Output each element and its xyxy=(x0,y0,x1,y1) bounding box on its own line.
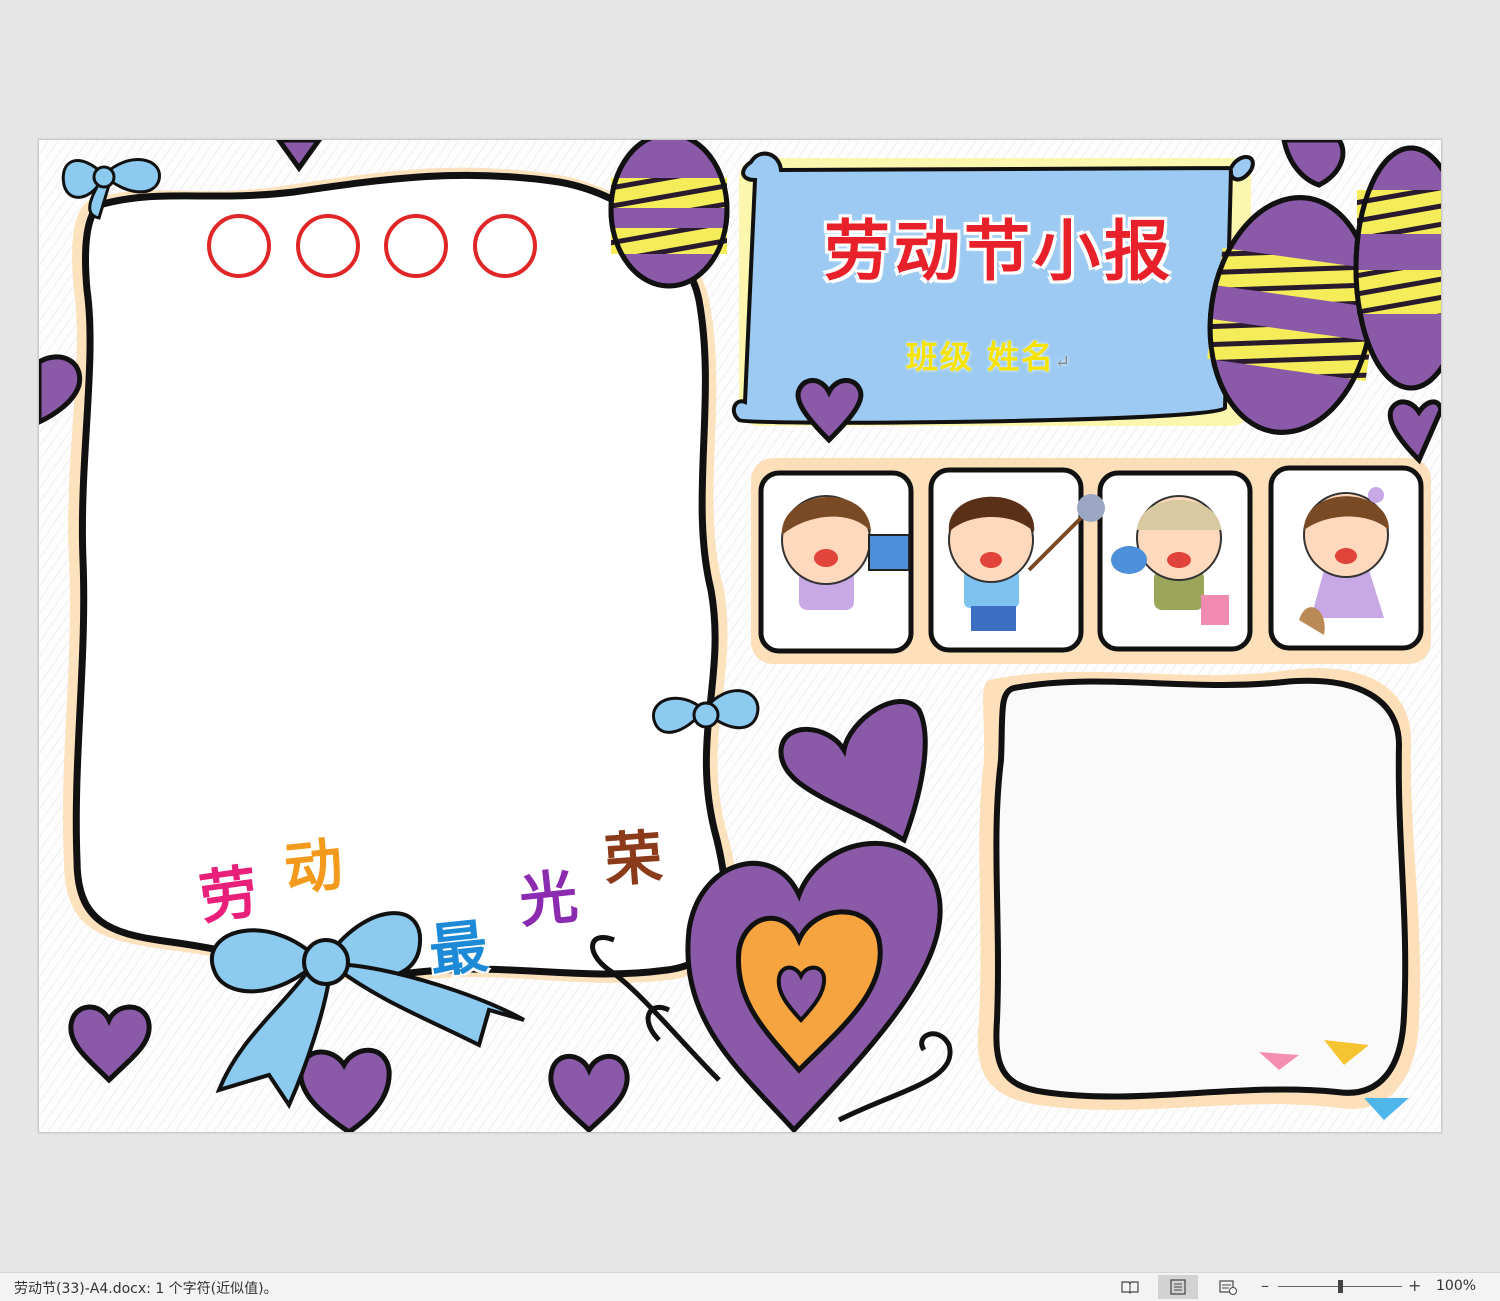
read-mode-button[interactable] xyxy=(1110,1275,1150,1299)
print-layout-icon xyxy=(1170,1279,1186,1295)
striped-ball-top xyxy=(608,140,730,289)
document-page[interactable]: 劳动节小报 班级 姓名↵ 劳 动 最 光 荣 xyxy=(38,139,1442,1133)
zoom-level[interactable]: 100% xyxy=(1436,1278,1476,1294)
web-layout-button[interactable] xyxy=(1208,1275,1248,1299)
kids-cards xyxy=(751,458,1431,664)
slogan-char-4: 光 xyxy=(516,862,581,936)
status-bar: 劳动节(33)-A4.docx: 1 个字符(近似值)。 – + 100% xyxy=(0,1272,1500,1301)
page-title[interactable]: 劳动节小报 xyxy=(759,198,1239,294)
zoom-out-button[interactable]: – xyxy=(1261,1276,1269,1295)
slogan-char-3: 最 xyxy=(426,912,491,986)
class-name-text: 班级 姓名 xyxy=(905,338,1056,376)
word-count-status[interactable]: 劳动节(33)-A4.docx: 1 个字符(近似值)。 xyxy=(14,1278,278,1298)
zoom-slider-thumb[interactable] xyxy=(1338,1280,1343,1293)
web-layout-icon xyxy=(1219,1280,1237,1295)
read-mode-icon xyxy=(1121,1281,1139,1294)
paragraph-mark: ↵ xyxy=(1055,352,1073,373)
slogan-char-1: 劳 xyxy=(195,857,263,933)
print-layout-button[interactable] xyxy=(1158,1275,1198,1299)
zoom-in-button[interactable]: + xyxy=(1408,1276,1421,1295)
class-name-line[interactable]: 班级 姓名↵ xyxy=(889,332,1089,378)
kid-4 xyxy=(1299,487,1389,635)
slogan-char-2: 动 xyxy=(281,830,346,904)
document-canvas: 劳动节小报 班级 姓名↵ 劳 动 最 光 荣 xyxy=(0,0,1500,1272)
slogan-char-5: 荣 xyxy=(602,823,665,895)
